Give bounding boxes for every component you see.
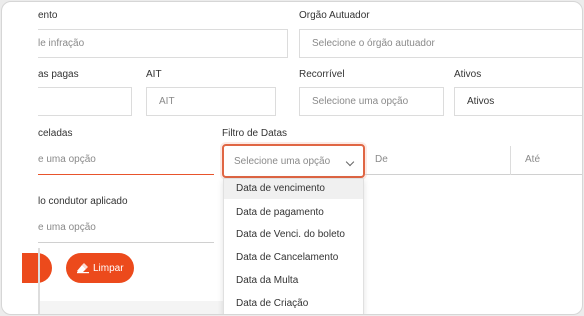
date-from-underline bbox=[365, 174, 510, 175]
label-pagas: as pagas bbox=[38, 69, 79, 80]
dropdown-option[interactable]: Data de Criação bbox=[236, 298, 308, 309]
ativos-select[interactable]: Ativos bbox=[454, 87, 582, 116]
date-from-placeholder: De bbox=[375, 154, 388, 165]
filtro-de-datas-select[interactable]: Selecione uma opção bbox=[222, 144, 365, 178]
label-ativos: Ativos bbox=[454, 69, 482, 80]
label-condutor-aplicado: lo condutor aplicado bbox=[38, 196, 128, 207]
ait-placeholder: AIT bbox=[159, 96, 175, 107]
label-canceladas: celadas bbox=[38, 128, 73, 139]
label-filtro-de-datas: Filtro de Datas bbox=[222, 128, 288, 139]
label-recorrivel: Recorrível bbox=[299, 69, 345, 80]
canceladas-select[interactable]: e uma opção bbox=[38, 148, 212, 174]
dropdown-option[interactable]: Data de Venci. do boleto bbox=[236, 229, 345, 240]
date-filter-dropdown: Data de vencimento Data de pagamento Dat… bbox=[223, 178, 364, 314]
pagas-select[interactable] bbox=[38, 87, 132, 116]
ait-input[interactable]: AIT bbox=[146, 87, 276, 116]
clear-button-label: Limpar bbox=[93, 262, 124, 274]
recorrivel-select[interactable]: Selecione uma opção bbox=[299, 87, 444, 116]
orgao-autuador-select[interactable]: Selecione o órgão autuador bbox=[299, 29, 582, 58]
date-from-input[interactable]: De bbox=[365, 146, 510, 176]
eraser-icon bbox=[77, 263, 89, 274]
chevron-down-icon bbox=[345, 157, 355, 167]
dropdown-option[interactable]: Data de vencimento bbox=[236, 183, 325, 194]
orgao-autuador-placeholder: Selecione o órgão autuador bbox=[312, 38, 435, 49]
infracao-field-text: le infração bbox=[38, 38, 85, 49]
dropdown-option[interactable]: Data de Cancelamento bbox=[236, 252, 338, 263]
ativos-value: Ativos bbox=[467, 96, 495, 107]
label-orgao-autuador: Orgão Autuador bbox=[299, 10, 370, 21]
search-button[interactable] bbox=[22, 253, 52, 283]
label-ait: AIT bbox=[146, 69, 162, 80]
canceladas-placeholder: e uma opção bbox=[38, 154, 96, 165]
condutor-select[interactable]: e uma opção bbox=[38, 215, 212, 241]
date-to-placeholder: Até bbox=[525, 154, 541, 165]
filtro-de-datas-placeholder: Selecione uma opção bbox=[234, 155, 331, 167]
filter-panel: ento Orgão Autuador le infração Selecion… bbox=[1, 1, 583, 315]
recorrivel-placeholder: Selecione uma opção bbox=[312, 96, 409, 107]
canceladas-underline bbox=[38, 174, 214, 175]
infracao-field[interactable]: le infração bbox=[38, 29, 288, 58]
date-to-input[interactable]: Até bbox=[511, 146, 582, 176]
label-vencimento: ento bbox=[38, 10, 58, 21]
dropdown-option[interactable]: Data de pagamento bbox=[236, 207, 324, 218]
condutor-underline bbox=[38, 242, 214, 243]
condutor-placeholder: e uma opção bbox=[38, 222, 96, 233]
results-strip bbox=[40, 301, 225, 314]
date-to-underline bbox=[511, 174, 582, 175]
clear-button[interactable]: Limpar bbox=[66, 253, 134, 283]
dropdown-option[interactable]: Data da Multa bbox=[236, 275, 298, 286]
